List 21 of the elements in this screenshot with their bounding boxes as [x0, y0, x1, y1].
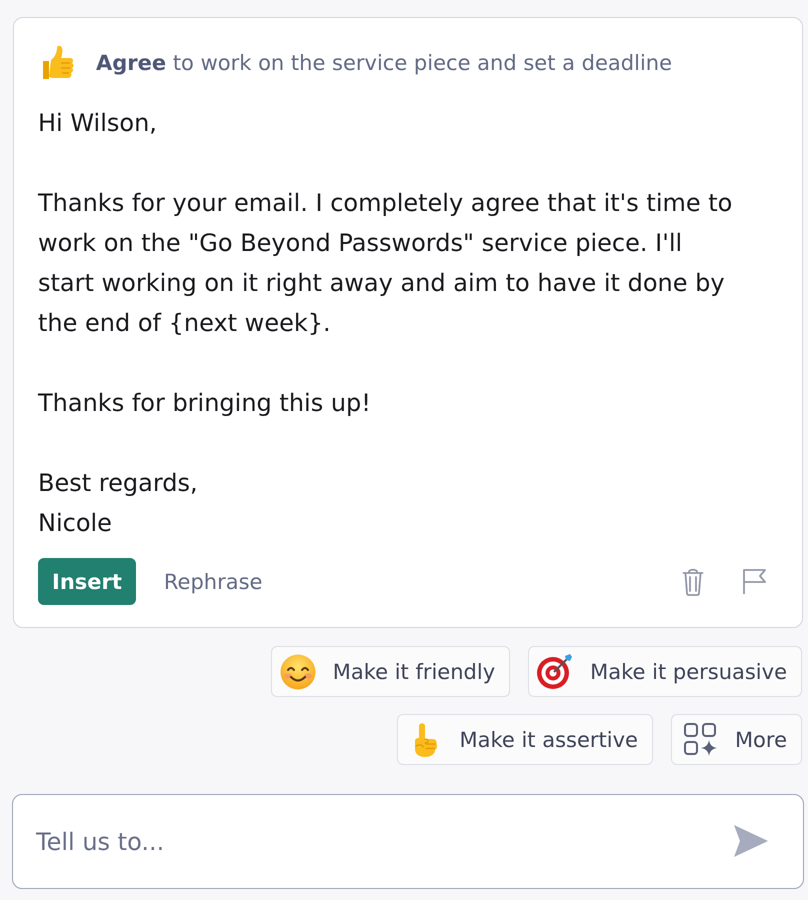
quick-action-button[interactable]: Make it assertive	[397, 714, 653, 765]
rephrase-button[interactable]: Rephrase	[162, 564, 264, 600]
message-text: Nicole	[38, 508, 113, 539]
trash-icon[interactable]	[682, 568, 704, 596]
message-input[interactable]: Tell us to...	[12, 794, 804, 889]
target-dart-icon	[537, 654, 574, 690]
smiley-icon	[280, 654, 316, 690]
message-text: Hi Wilson,	[38, 108, 158, 139]
flag-icon[interactable]	[742, 568, 768, 595]
insert-button[interactable]: Insert	[38, 558, 136, 605]
suggestion-title: Agree to work on the service piece and set a deadline	[96, 51, 672, 75]
message-text: Thanks for bringing this up!	[38, 388, 372, 419]
quick-action-button[interactable]: Make it friendly	[270, 646, 510, 697]
send-button[interactable]	[734, 825, 768, 857]
quick-action-button[interactable]: Make it persuasive	[528, 646, 802, 697]
thumbs-up-icon	[40, 45, 74, 81]
grid-sparkle-icon	[684, 722, 718, 756]
send-icon	[734, 825, 768, 857]
message-text: Best regards,	[38, 468, 199, 499]
quick-action-button[interactable]: More	[670, 714, 802, 765]
message-text: Thanks for your email. I completely agree that it's time to work on the "Go Beyond Passwords" service piece. I'll start working on it right away and aim to have it done by the end of {next week}.	[38, 188, 734, 339]
